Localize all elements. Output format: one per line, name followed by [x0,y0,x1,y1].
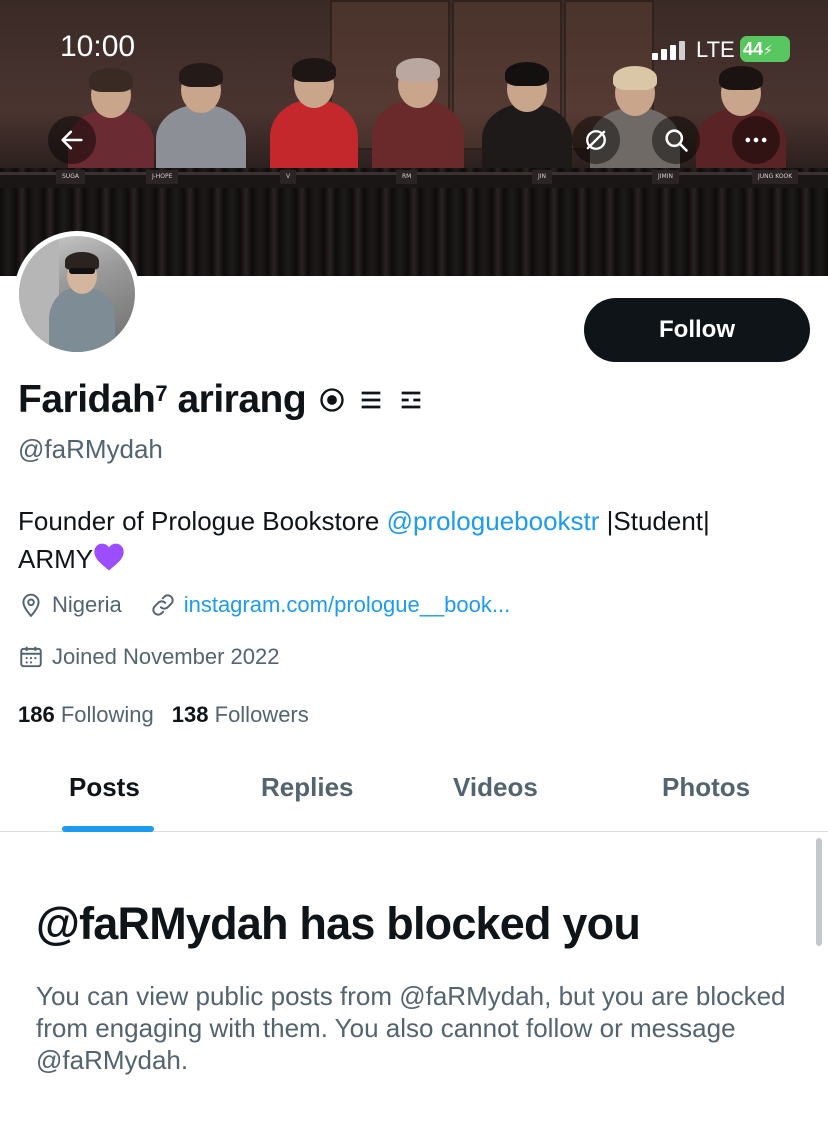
follow-counts: 186 Following 138 Followers [18,702,309,728]
followers-count: 138 [171,702,209,727]
equal-lines-icon [361,391,381,409]
nameplate: SUGA [56,170,85,184]
tab-replies[interactable]: Replies [261,772,354,803]
purple-heart-icon [94,543,124,571]
bio-text: Founder of Prologue Bookstore [18,506,387,536]
display-name-sup: 7 [155,381,168,406]
nameplate: J-HOPE [146,170,179,184]
followers-count-link[interactable]: 138 Followers [172,702,309,728]
location: Nigeria [18,592,122,618]
tab-posts[interactable]: Posts [69,772,140,803]
more-button[interactable] [732,116,780,164]
avatar[interactable] [14,231,140,357]
profile-bio: Founder of Prologue Bookstore @prologueb… [18,502,808,578]
bio-text: |Student| [599,506,710,536]
follow-button[interactable]: Follow [584,298,810,362]
following-count: 186 [18,702,55,727]
location-pin-icon [22,593,40,618]
nameplate: JIN [532,170,553,184]
link-icon [152,594,174,616]
status-time: 10:00 [60,30,136,63]
tab-videos[interactable]: Videos [453,772,538,803]
bio-mention-link[interactable]: @prologuebookstr [387,506,600,536]
nameplate: RM [396,170,418,184]
website-link[interactable]: instagram.com/prologue__book... [184,592,511,618]
joined-row: Joined November 2022 [18,644,279,670]
calendar-icon [20,646,42,668]
signal-icon [652,40,686,60]
profile-handle: @faRMydah [18,434,163,464]
ellipsis-icon [745,137,767,143]
profile-meta-row: Nigeria instagram.com/prologue__book... [18,592,510,618]
status-bar: 10:00 LTE 44⚡ [0,0,828,100]
nameplate: V [280,170,297,184]
scrollbar-thumb[interactable] [816,838,822,946]
blocked-title: @faRMydah has blocked you [36,898,641,949]
target-circle-icon [320,388,344,412]
nameplate: JIMIN [652,170,679,184]
battery-level: 44 [743,39,764,59]
arrow-left-icon [61,130,83,150]
bio-text: ARMY [18,544,94,574]
search-icon [665,129,688,152]
back-button[interactable] [48,116,96,164]
blocked-message: You can view public posts from @faRMydah… [36,981,786,1075]
broken-lines-icon [401,391,421,409]
active-tab-indicator [62,826,154,832]
profile-tabs: Posts Replies Videos Photos [0,760,828,832]
display-name-text: Faridah [18,378,156,421]
following-count-link[interactable]: 186 Following [18,702,154,728]
following-label: Following [60,702,154,727]
display-name-suffix: arirang [177,378,307,421]
website[interactable]: instagram.com/prologue__book... [150,592,511,618]
no-translate-icon [586,130,606,150]
tab-photos[interactable]: Photos [662,772,750,803]
nameplate: JUNG KOOK [752,170,799,184]
search-button[interactable] [652,116,700,164]
network-label: LTE [696,37,735,62]
translate-button[interactable] [572,116,620,164]
followers-label: Followers [214,702,309,727]
location-text: Nigeria [52,592,122,617]
joined-text: Joined November 2022 [52,644,280,669]
battery-icon: 44⚡ [740,36,790,62]
joined-date: Joined November 2022 [18,644,279,670]
display-name: Faridah 7 arirang [18,378,426,422]
